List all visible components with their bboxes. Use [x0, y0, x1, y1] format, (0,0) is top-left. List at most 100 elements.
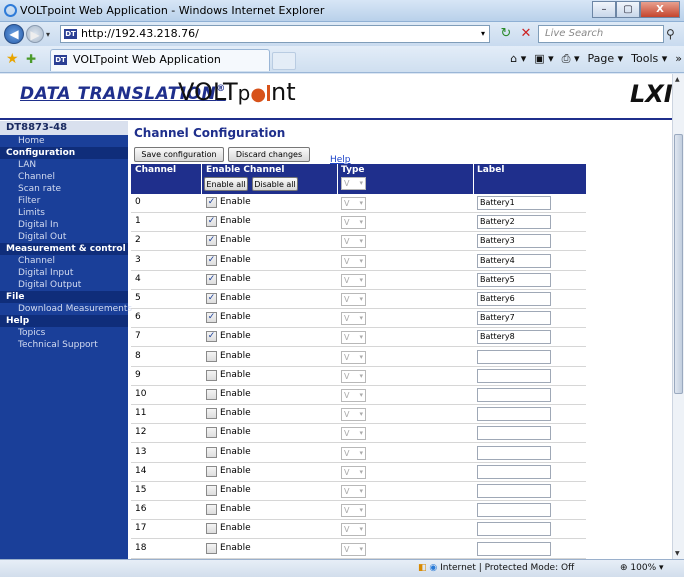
- label-input[interactable]: Battery5: [477, 272, 551, 287]
- type-select[interactable]: V ▾: [341, 523, 366, 537]
- maximize-button[interactable]: ▢: [616, 1, 640, 18]
- more-commands-button[interactable]: »: [675, 52, 682, 66]
- sidebar-item[interactable]: Digital Input: [0, 267, 128, 279]
- label-input[interactable]: Battery8: [477, 330, 551, 345]
- sidebar-item[interactable]: Channel: [0, 255, 128, 267]
- sidebar-item[interactable]: Topics: [0, 327, 128, 339]
- type-select[interactable]: V ▾: [341, 465, 366, 479]
- forward-button[interactable]: ▶: [26, 25, 44, 43]
- zoom-control[interactable]: ⊕ 100% ▾: [620, 563, 664, 573]
- label-input[interactable]: [477, 541, 551, 556]
- sidebar-item[interactable]: LAN: [0, 159, 128, 171]
- label-input[interactable]: [477, 388, 551, 402]
- enable-checkbox[interactable]: [206, 446, 217, 458]
- enable-checkbox[interactable]: ✓: [206, 216, 217, 228]
- search-icon[interactable]: ⚲: [666, 26, 684, 42]
- type-select[interactable]: V ▾: [341, 485, 366, 498]
- enable-checkbox[interactable]: [206, 485, 217, 496]
- enable-checkbox[interactable]: ✓: [206, 331, 217, 343]
- sidebar-item[interactable]: Channel: [0, 171, 128, 183]
- enable-checkbox[interactable]: ✓: [206, 197, 217, 208]
- close-button[interactable]: X: [640, 1, 680, 18]
- enable-checkbox[interactable]: ✓: [206, 273, 217, 285]
- add-favorite-icon[interactable]: ✚: [26, 51, 36, 67]
- type-select[interactable]: V ▾: [341, 542, 366, 556]
- label-input[interactable]: [477, 522, 551, 537]
- label-input[interactable]: Battery7: [477, 311, 551, 326]
- type-all-select[interactable]: V ▾: [341, 177, 366, 190]
- back-button[interactable]: ◀: [4, 24, 24, 44]
- type-select[interactable]: V ▾: [341, 197, 366, 210]
- enable-checkbox[interactable]: [206, 389, 217, 400]
- type-select[interactable]: V ▾: [341, 254, 366, 268]
- label-input[interactable]: [477, 503, 551, 518]
- label-input[interactable]: [477, 445, 551, 460]
- type-select[interactable]: V ▾: [341, 235, 366, 249]
- stop-button[interactable]: ✕: [516, 26, 536, 42]
- type-select[interactable]: V ▾: [341, 408, 366, 422]
- enable-checkbox[interactable]: [206, 408, 217, 420]
- label-input[interactable]: Battery4: [477, 253, 551, 268]
- label-input[interactable]: Battery1: [477, 196, 551, 210]
- label-input[interactable]: [477, 349, 551, 364]
- enable-all-button[interactable]: Enable all: [204, 177, 248, 191]
- type-select[interactable]: V ▾: [341, 427, 366, 441]
- feeds-button[interactable]: ▣ ▾: [534, 52, 553, 66]
- sidebar-item[interactable]: Download Measurements: [0, 303, 132, 315]
- page-menu[interactable]: Page ▾: [587, 52, 623, 66]
- tools-menu[interactable]: Tools ▾: [631, 52, 667, 66]
- type-select[interactable]: V ▾: [341, 389, 366, 402]
- enable-checkbox[interactable]: [206, 427, 217, 439]
- enable-checkbox[interactable]: [206, 542, 217, 554]
- minimize-button[interactable]: –: [592, 1, 616, 18]
- enable-checkbox[interactable]: [206, 504, 217, 516]
- disable-all-button[interactable]: Disable all: [252, 177, 298, 191]
- sidebar-item[interactable]: Digital In: [0, 219, 128, 231]
- label-input[interactable]: [477, 464, 551, 479]
- type-select[interactable]: V ▾: [341, 504, 366, 518]
- tab-voltpoint[interactable]: DT VOLTpoint Web Application: [50, 49, 270, 71]
- label-input[interactable]: [477, 368, 551, 383]
- sidebar-item[interactable]: Technical Support: [0, 339, 128, 351]
- discard-changes-button[interactable]: Discard changes: [228, 147, 310, 162]
- print-button[interactable]: ⎙ ▾: [562, 52, 580, 66]
- favorites-star-icon[interactable]: ★: [6, 51, 19, 67]
- sidebar-item[interactable]: Home: [0, 135, 128, 147]
- label-input[interactable]: Battery6: [477, 292, 551, 306]
- type-select[interactable]: V ▾: [341, 350, 366, 364]
- enable-checkbox[interactable]: [206, 350, 217, 362]
- type-select[interactable]: V ▾: [341, 293, 366, 306]
- enable-checkbox[interactable]: [206, 465, 217, 477]
- sidebar-item[interactable]: Filter: [0, 195, 128, 207]
- refresh-button[interactable]: ↻: [496, 26, 516, 42]
- label-input[interactable]: [477, 484, 551, 498]
- enable-checkbox[interactable]: ✓: [206, 235, 217, 247]
- sidebar-item[interactable]: Scan rate: [0, 183, 128, 195]
- url-dropdown-icon[interactable]: ▾: [481, 26, 485, 42]
- type-select[interactable]: V ▾: [341, 446, 366, 460]
- enable-checkbox[interactable]: [206, 523, 217, 535]
- type-select[interactable]: V ▾: [341, 273, 366, 287]
- save-configuration-button[interactable]: Save configuration: [134, 147, 224, 162]
- security-zone[interactable]: ◧ ◉ Internet | Protected Mode: Off: [418, 563, 574, 573]
- type-select[interactable]: V ▾: [341, 312, 366, 326]
- enable-checkbox[interactable]: ✓: [206, 293, 217, 304]
- type-select[interactable]: V ▾: [341, 369, 366, 383]
- enable-checkbox[interactable]: ✓: [206, 254, 217, 266]
- sidebar-item[interactable]: Digital Out: [0, 231, 128, 243]
- recent-pages-dropdown[interactable]: ▾: [46, 30, 50, 39]
- new-tab-button[interactable]: [272, 52, 296, 70]
- type-select[interactable]: V ▾: [341, 331, 366, 345]
- search-input[interactable]: Live Search: [538, 25, 664, 43]
- label-input[interactable]: Battery3: [477, 234, 551, 249]
- home-button[interactable]: ⌂ ▾: [510, 52, 526, 66]
- type-select[interactable]: V ▾: [341, 216, 366, 230]
- scrollbar-thumb[interactable]: [674, 134, 683, 394]
- enable-checkbox[interactable]: [206, 369, 217, 381]
- vertical-scrollbar[interactable]: ▲ ▼: [672, 74, 684, 559]
- label-input[interactable]: Battery2: [477, 215, 551, 230]
- sidebar-item[interactable]: Limits: [0, 207, 128, 219]
- label-input[interactable]: [477, 407, 551, 422]
- sidebar-item[interactable]: Digital Output: [0, 279, 128, 291]
- enable-checkbox[interactable]: ✓: [206, 312, 217, 324]
